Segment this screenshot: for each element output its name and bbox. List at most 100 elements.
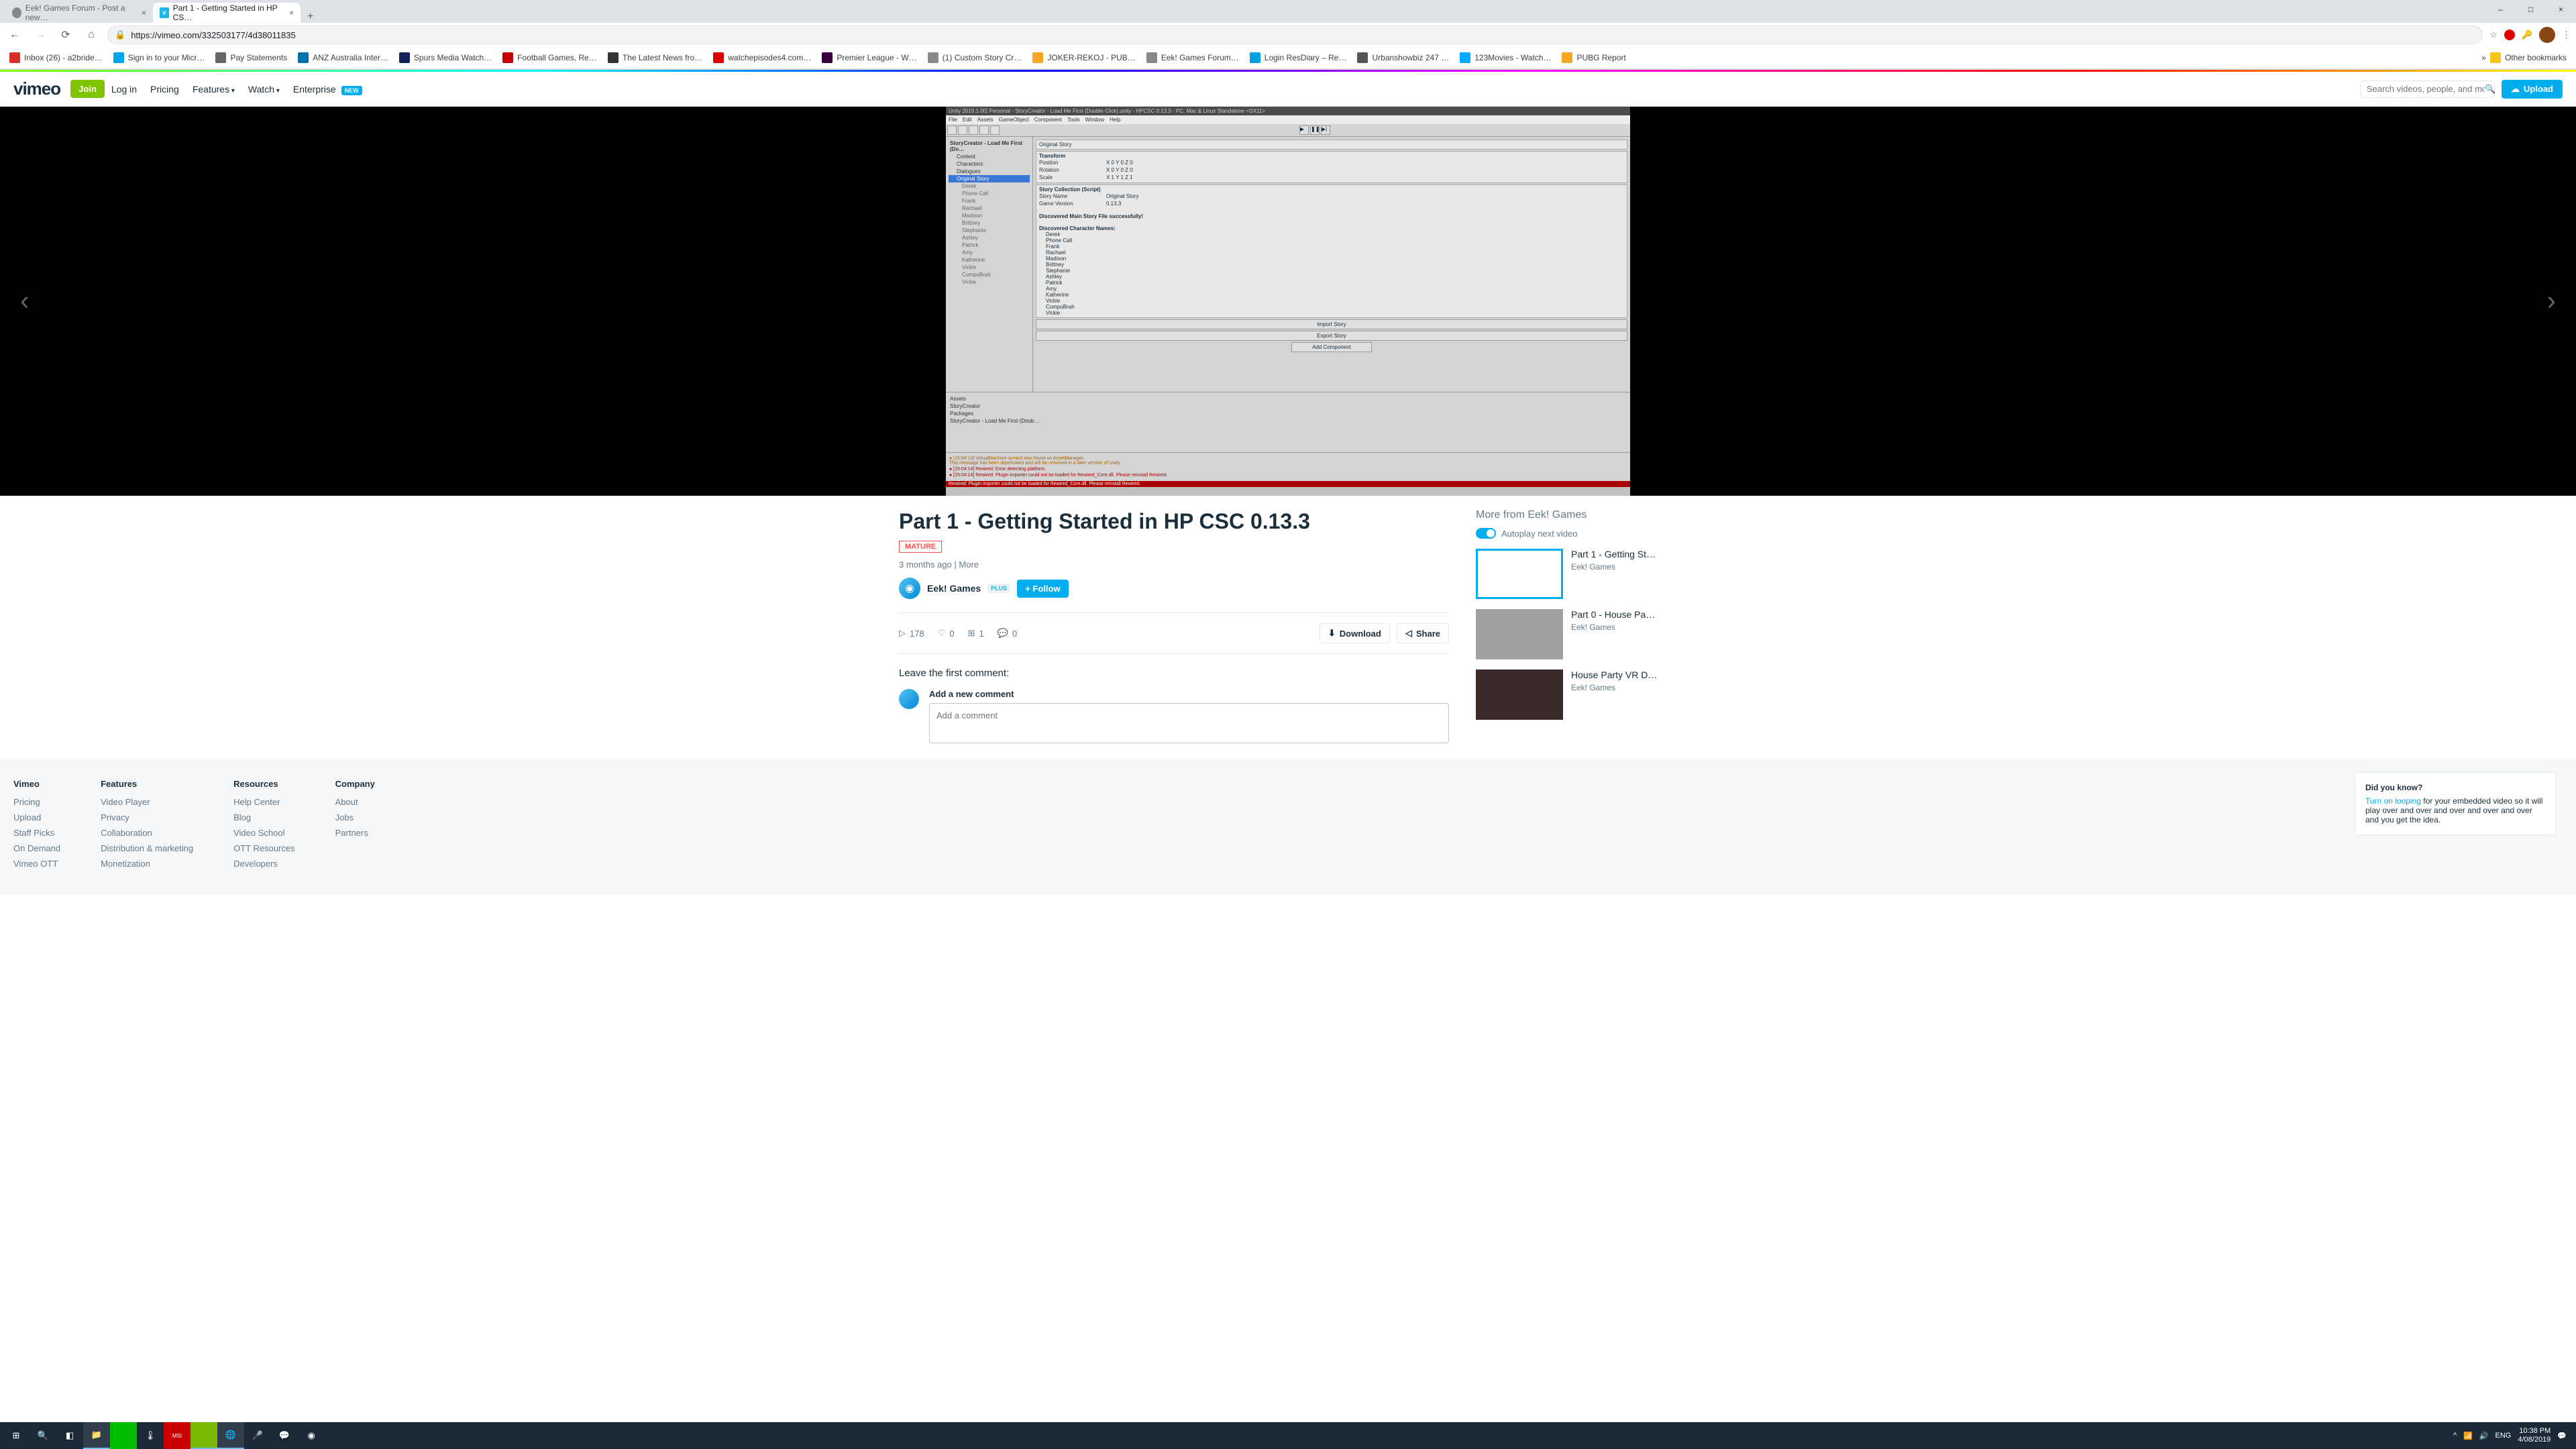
related-video[interactable]: Part 0 - House Pa… Eek! Games [1476, 609, 1677, 659]
footer-link[interactable]: Distribution & marketing [101, 843, 193, 853]
back-button[interactable]: ← [5, 25, 24, 44]
window-maximize[interactable]: □ [2516, 0, 2546, 19]
prev-video-button[interactable]: ‹ [7, 273, 42, 330]
clock[interactable]: 10:38 PM 4/08/2019 [2518, 1427, 2551, 1444]
app-icon[interactable] [110, 1422, 137, 1449]
url-field[interactable] [131, 30, 2475, 40]
search-icon[interactable]: 🔍 [30, 1422, 56, 1449]
footer-link[interactable]: Blog [233, 812, 295, 822]
home-button[interactable]: ⌂ [82, 25, 101, 44]
likes-button[interactable]: ♡0 [938, 628, 955, 639]
menu-icon[interactable]: ⋮ [2562, 30, 2571, 40]
share-button[interactable]: ◁Share [1397, 623, 1449, 643]
new-tab-button[interactable]: + [301, 11, 320, 23]
bookmark-item[interactable]: JOKER-REKOJ - PUB… [1028, 50, 1139, 66]
bookmark-item[interactable]: Sign in to your Micr… [109, 50, 209, 66]
file-explorer-icon[interactable]: 📁 [83, 1422, 110, 1449]
bookmark-item[interactable]: 123Movies - Watch… [1456, 50, 1555, 66]
star-icon[interactable]: ☆ [2489, 30, 2498, 40]
enterprise-link[interactable]: Enterprise NEW [286, 80, 369, 99]
collections-button[interactable]: ⊞1 [968, 628, 984, 639]
footer-link[interactable]: Monetization [101, 859, 193, 869]
chrome-icon[interactable]: 🌐 [217, 1422, 244, 1449]
bookmark-item[interactable]: Football Games, Re… [498, 50, 601, 66]
footer-link[interactable]: OTT Resources [233, 843, 295, 853]
follow-button[interactable]: + Follow [1017, 580, 1068, 598]
lock-icon[interactable]: 🔒 [115, 30, 125, 40]
footer-link[interactable]: Partners [335, 828, 375, 838]
vimeo-logo[interactable]: vimeo [13, 78, 60, 99]
footer-link[interactable]: Collaboration [101, 828, 193, 838]
bookmark-item[interactable]: Premier League - W… [818, 50, 920, 66]
bookmark-item[interactable]: ANZ Australia Inter… [294, 50, 392, 66]
pricing-link[interactable]: Pricing [144, 80, 186, 99]
bookmark-item[interactable]: Inbox (26) - a2bride… [5, 50, 107, 66]
other-bookmarks[interactable]: » Other bookmarks [2477, 50, 2571, 66]
features-menu[interactable]: Features [186, 80, 241, 99]
tip-link[interactable]: Turn on looping [2365, 796, 2421, 806]
footer-link[interactable]: About [335, 797, 375, 807]
bookmark-item[interactable]: Pay Statements [211, 50, 291, 66]
tab-vimeo[interactable]: v Part 1 - Getting Started in HP CS… × [153, 3, 301, 23]
upload-button[interactable]: ☁ Upload [2502, 80, 2563, 99]
search-box[interactable]: 🔍 [2361, 80, 2495, 98]
start-button[interactable]: ⊞ [3, 1422, 30, 1449]
wifi-icon[interactable]: 📶 [2463, 1432, 2473, 1440]
comment-input[interactable] [929, 703, 1449, 743]
task-view-icon[interactable]: ◧ [56, 1422, 83, 1449]
bookmark-item[interactable]: The Latest News fro… [604, 50, 706, 66]
related-video[interactable]: House Party VR D… Eek! Games [1476, 669, 1677, 720]
app-icon[interactable]: 🎤 [244, 1422, 271, 1449]
bookmark-item[interactable]: PUBG Report [1558, 50, 1629, 66]
comments-stat[interactable]: 💬0 [998, 628, 1017, 639]
bookmark-item[interactable]: Urbanshowbiz 247 … [1353, 50, 1453, 66]
discord-icon[interactable]: 💬 [271, 1422, 298, 1449]
footer-link[interactable]: Video Player [101, 797, 193, 807]
creator-avatar[interactable]: ◉ [899, 578, 920, 599]
reload-button[interactable]: ⟳ [56, 25, 75, 44]
window-minimize[interactable]: – [2485, 0, 2516, 19]
footer-link[interactable]: Staff Picks [13, 828, 60, 838]
next-video-button[interactable]: › [2534, 273, 2569, 330]
join-button[interactable]: Join [70, 80, 105, 98]
tab-eek-forum[interactable]: Eek! Games Forum - Post a new… × [5, 3, 153, 23]
footer-link[interactable]: Vimeo OTT [13, 859, 60, 869]
app-icon[interactable]: 🌡 [137, 1422, 164, 1449]
language-indicator[interactable]: ENG [2496, 1432, 2512, 1440]
volume-icon[interactable]: 🔊 [2479, 1432, 2489, 1440]
footer-link[interactable]: Developers [233, 859, 295, 869]
search-input[interactable] [2367, 84, 2485, 94]
app-icon[interactable]: MSI [164, 1422, 191, 1449]
bookmark-item[interactable]: (1) Custom Story Cr… [924, 50, 1026, 66]
footer-link[interactable]: Jobs [335, 812, 375, 822]
video-player[interactable]: ‹ › Unity 2019.1.0f2 Personal - StoryCre… [0, 107, 2576, 496]
search-icon[interactable]: 🔍 [2485, 84, 2496, 95]
autoplay-toggle[interactable] [1476, 528, 1496, 539]
forward-button[interactable]: → [31, 25, 50, 44]
more-link[interactable]: More [959, 559, 979, 570]
footer-link[interactable]: Pricing [13, 797, 60, 807]
footer-link[interactable]: Help Center [233, 797, 295, 807]
notifications-icon[interactable]: 💬 [2557, 1432, 2567, 1440]
watch-menu[interactable]: Watch [241, 80, 286, 99]
footer-link[interactable]: Privacy [101, 812, 193, 822]
bookmark-item[interactable]: Eek! Games Forum… [1142, 50, 1243, 66]
creator-name[interactable]: Eek! Games [927, 583, 981, 594]
profile-avatar[interactable] [2539, 27, 2555, 43]
bookmark-item[interactable]: Spurs Media Watch… [395, 50, 496, 66]
footer-link[interactable]: Upload [13, 812, 60, 822]
login-link[interactable]: Log in [105, 80, 144, 99]
close-icon[interactable]: × [289, 8, 294, 17]
download-button[interactable]: ⬇Download [1320, 623, 1390, 643]
related-video[interactable]: Part 1 - Getting St… Eek! Games [1476, 549, 1677, 599]
tray-chevron-icon[interactable]: ^ [2453, 1432, 2457, 1440]
extension-icon[interactable] [2504, 30, 2515, 40]
bookmark-item[interactable]: Login ResDiary – Re… [1246, 50, 1351, 66]
steam-icon[interactable]: ◉ [298, 1422, 325, 1449]
footer-link[interactable]: Video School [233, 828, 295, 838]
close-icon[interactable]: × [142, 8, 146, 17]
footer-link[interactable]: On Demand [13, 843, 60, 853]
bookmark-item[interactable]: watchepisodes4.com… [709, 50, 815, 66]
app-icon[interactable] [191, 1422, 217, 1449]
key-icon[interactable]: 🔑 [2522, 30, 2532, 40]
